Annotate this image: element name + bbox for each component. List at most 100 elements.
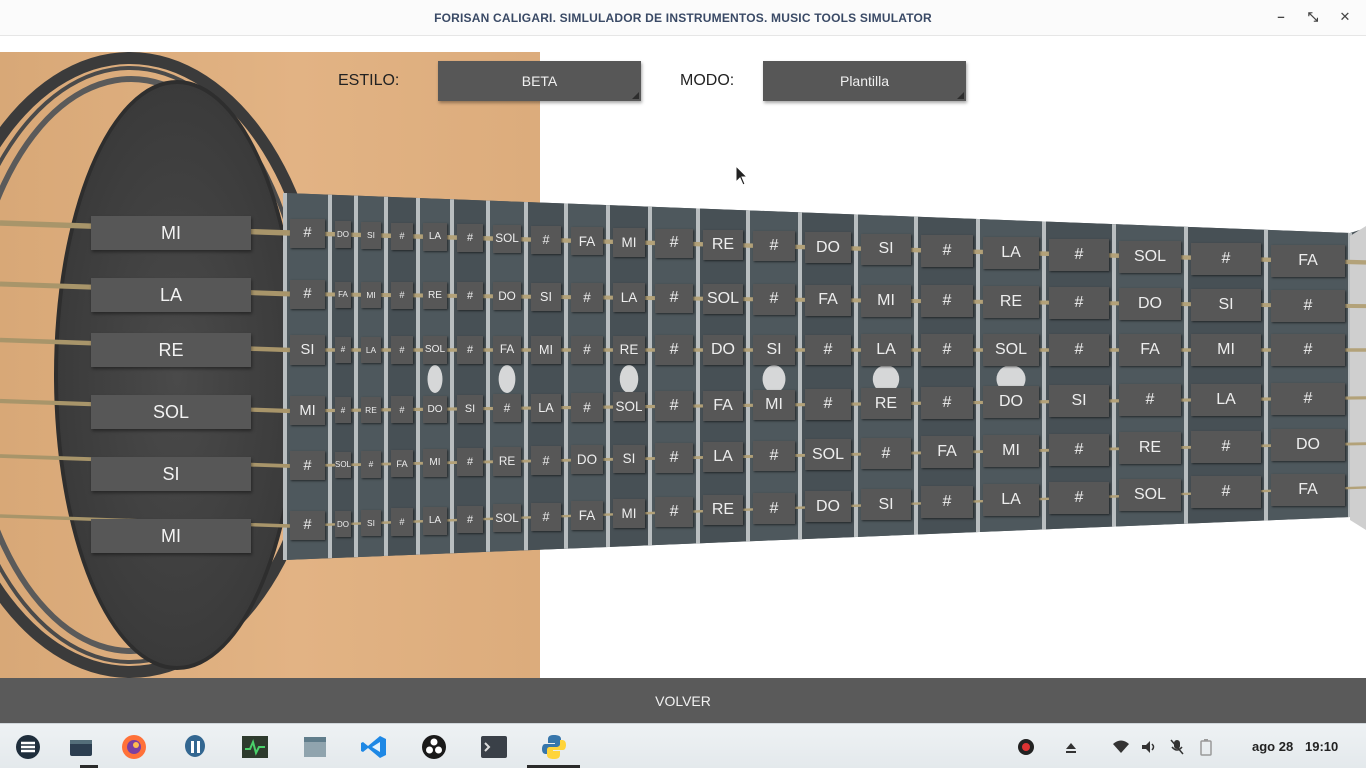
system-monitor-icon[interactable] [240,732,270,762]
fret-note-button[interactable]: # [753,231,795,262]
fret-note-button[interactable]: # [335,397,351,424]
firefox-icon[interactable] [119,732,149,762]
fret-note-button[interactable]: # [1049,433,1109,466]
fret-note-button[interactable]: # [753,440,795,472]
fret-note-button[interactable]: # [921,285,973,318]
fret-note-button[interactable]: FA [921,436,973,469]
fret-note-button[interactable]: # [531,502,561,531]
fret-note-button[interactable]: LA [703,442,743,472]
estilo-dropdown[interactable]: BETA [438,61,641,101]
fret-note-button[interactable]: RE [703,495,743,526]
eject-icon[interactable] [1061,737,1081,757]
fret-note-button[interactable]: DO [703,335,743,365]
fret-note-button[interactable]: RE [361,396,381,424]
terminal-icon[interactable] [479,732,509,762]
fret-note-button[interactable]: # [457,224,483,252]
fret-note-button[interactable]: # [921,486,973,519]
fret-note-button[interactable]: LA [983,236,1039,269]
fret-note-button[interactable]: # [1049,481,1109,514]
fret-note-button[interactable]: MI [753,389,795,421]
fret-note-button[interactable]: SI [361,509,381,537]
fret-note-button[interactable]: FA [391,450,413,478]
fret-note-button[interactable]: RE [423,281,447,310]
fret-note-button[interactable]: SI [457,394,483,423]
fret-note-button[interactable]: DO [805,491,851,523]
fret-note-button[interactable]: MI [613,227,645,257]
battery-icon[interactable] [1196,737,1216,757]
fret-note-button[interactable]: # [1049,286,1109,319]
fret-note-button[interactable]: LA [361,336,381,364]
fret-note-button[interactable]: FA [805,284,851,316]
fret-note-button[interactable]: # [457,448,483,477]
fret-note-button[interactable]: # [921,386,973,419]
fret-note-button[interactable]: DO [335,221,351,248]
fret-note-button[interactable]: DO [1271,428,1345,461]
fret-note-button[interactable]: FA [1271,473,1345,506]
fret-note-button[interactable]: # [531,446,561,475]
fret-note-button[interactable]: # [1271,382,1345,415]
fret-note-button[interactable]: SI [1191,288,1261,321]
fret-note-button[interactable]: # [391,222,413,250]
open-string-button[interactable]: RE [91,333,251,367]
fret-note-button[interactable]: SOL [983,334,1039,366]
fret-note-button[interactable]: RE [613,335,645,365]
fret-note-button[interactable]: FA [1119,334,1181,366]
fret-note-button[interactable]: LA [861,334,911,366]
fret-note-button[interactable]: DO [805,232,851,264]
fret-note-button[interactable]: LA [1191,383,1261,416]
fret-note-button[interactable]: MI [361,281,381,309]
fret-note-button[interactable]: # [1271,334,1345,366]
fret-note-button[interactable]: # [571,283,603,312]
fret-note-button[interactable]: # [1049,238,1109,271]
fret-note-button[interactable]: SOL [1119,240,1181,273]
fret-note-button[interactable]: DO [335,511,351,538]
fret-note-button[interactable]: # [655,228,693,259]
file-manager-icon[interactable] [300,732,330,762]
fret-note-button[interactable]: MI [983,435,1039,468]
fret-note-button[interactable]: SI [861,233,911,266]
fret-note-button[interactable]: FA [335,281,351,308]
fret-note-button[interactable]: # [1119,384,1181,417]
fret-note-button[interactable]: SOL [805,439,851,471]
open-string-button[interactable]: MI [91,216,251,250]
vscode-icon[interactable] [359,732,389,762]
fret-note-button[interactable]: MI [423,449,447,477]
fret-note-button[interactable]: LA [423,223,447,251]
fret-note-button[interactable]: DO [423,395,447,423]
fret-note-button[interactable]: RE [861,387,911,420]
fret-note-button[interactable]: SOL [335,451,351,478]
fret-note-button[interactable]: LA [531,393,561,423]
fret-note-button[interactable]: # [655,497,693,528]
fret-note-button[interactable]: SOL [703,283,743,314]
fret-note-button[interactable]: # [457,336,483,364]
fret-note-button[interactable]: LA [423,507,447,535]
fret-note-button[interactable]: FA [571,226,603,256]
fret-note-button[interactable]: MI [1191,334,1261,366]
obs-icon[interactable] [419,732,449,762]
fret-note-button[interactable]: SI [753,334,795,366]
fret-note-button[interactable]: # [921,235,973,267]
fret-note-button[interactable]: # [805,388,851,420]
fret-note-button[interactable]: # [753,284,795,315]
open-string-button[interactable]: LA [91,278,251,312]
volume-icon[interactable] [1139,737,1159,757]
fret-note-button[interactable]: FA [1271,244,1345,277]
fret-note-button[interactable]: LA [983,484,1039,517]
fret-note-button[interactable]: # [655,443,693,473]
modo-dropdown[interactable]: Plantilla [763,61,966,101]
fret-note-button[interactable]: # [805,334,851,366]
fret-note-button[interactable]: SOL [423,336,447,364]
fret-note-button[interactable]: SOL [1119,479,1181,512]
fret-note-button[interactable]: # [391,281,413,309]
fret-note-button[interactable]: # [571,392,603,422]
postgres-icon[interactable] [180,732,210,762]
fret-note-button[interactable]: # [290,451,325,481]
open-string-button[interactable]: SOL [91,395,251,429]
fret-note-button[interactable]: RE [983,286,1039,319]
fret-note-button[interactable]: SI [861,488,911,521]
fret-note-button[interactable]: # [391,396,413,424]
fret-note-button[interactable]: SI [613,444,645,474]
fret-note-button[interactable]: # [861,437,911,470]
fret-note-button[interactable]: FA [493,335,521,365]
fret-note-button[interactable]: # [391,508,413,536]
